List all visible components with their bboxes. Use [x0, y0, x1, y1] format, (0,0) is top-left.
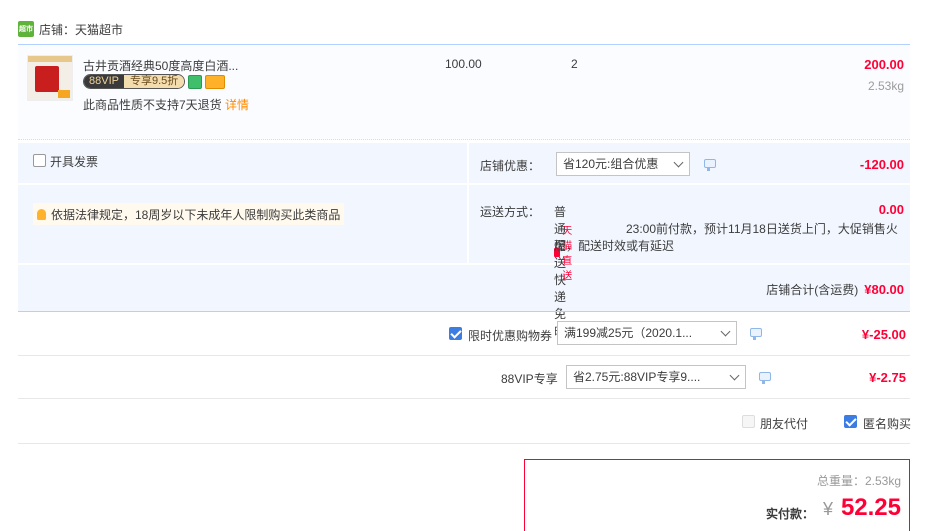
- coupon-label[interactable]: 限时优惠购物券: [468, 327, 552, 344]
- divider: [18, 355, 910, 356]
- store-total-value: ¥80.00: [864, 282, 904, 297]
- coupon-checkbox[interactable]: [449, 327, 462, 340]
- store-discount-amount: -120.00: [859, 157, 904, 172]
- bulb-icon: [37, 208, 46, 220]
- product-tags: 88VIP 专享9.5折: [83, 74, 226, 89]
- card-payment-icon: [205, 74, 226, 89]
- store-discount-select[interactable]: 省120元:组合优惠: [556, 152, 690, 176]
- coupon-value: 满199减25元（2020.1...: [564, 326, 693, 340]
- friend-pay-label[interactable]: 朋友代付: [760, 415, 808, 432]
- store-name[interactable]: 店铺：天猫超市: [39, 21, 123, 38]
- vip-label: 88VIP专享: [501, 372, 558, 386]
- vip-value: 省2.75元:88VIP专享9....: [573, 370, 701, 384]
- notice-text: 依据法律规定，18周岁以下未成年人限制购买此类商品: [51, 207, 341, 222]
- total-weight: 总重量：2.53kg: [816, 474, 901, 488]
- quantity: 2: [571, 57, 578, 71]
- tmall-supermarket-logo-icon: 超市: [18, 21, 34, 37]
- shipping-label: 运送方式：: [480, 205, 541, 219]
- unit-price: 100.00: [445, 57, 482, 71]
- vip-amount: ¥-2.75: [869, 370, 906, 385]
- divider: [18, 443, 910, 444]
- vip-discount-label: 专享9.5折: [123, 75, 185, 88]
- divider: [18, 398, 910, 399]
- coupon-select[interactable]: 满199减25元（2020.1...: [557, 321, 737, 345]
- item-weight: 2.53kg: [867, 79, 904, 93]
- guarantee-icon: [188, 74, 203, 89]
- pay-label: 实付款：: [765, 507, 814, 521]
- divider: [18, 311, 910, 312]
- store-header: 超市 店铺：天猫超市: [18, 18, 123, 40]
- return-policy-note: 此商品性质不支持7天退货 详情: [83, 96, 253, 114]
- product-title[interactable]: 古井贡酒经典50度高度白酒...: [83, 57, 238, 74]
- coupon-amount: ¥-25.00: [861, 327, 906, 342]
- age-restriction-notice: 依据法律规定，18周岁以下未成年人限制购买此类商品: [33, 203, 345, 225]
- chevron-down-icon: [729, 370, 740, 381]
- friend-pay-checkbox[interactable]: [742, 415, 755, 428]
- store-total-label: 店铺合计(含运费): [766, 283, 859, 297]
- invoice-label[interactable]: 开具发票: [50, 153, 98, 170]
- anonymous-label[interactable]: 匿名购买: [863, 415, 911, 432]
- payment-summary: 总重量：2.53kg 实付款： ¥ 52.25: [524, 459, 910, 531]
- pay-amount: 52.25: [840, 494, 901, 521]
- order-item: 古井贡酒经典50度高度白酒... 88VIP 专享9.5折 此商品性质不支持7天…: [18, 44, 910, 140]
- item-subtotal: 200.00: [864, 57, 904, 72]
- store-total: 店铺合计(含运费) ¥80.00: [766, 281, 904, 298]
- vip-select[interactable]: 省2.75元:88VIP专享9....: [566, 365, 746, 389]
- vip-discount-tag: 88VIP 专享9.5折: [83, 74, 186, 89]
- invoice-checkbox[interactable]: [33, 154, 46, 167]
- chat-icon[interactable]: [750, 328, 762, 340]
- store-discount-value: 省120元:组合优惠: [563, 157, 659, 171]
- chat-icon[interactable]: [704, 159, 716, 171]
- store-discount-label: 店铺优惠：: [480, 159, 541, 173]
- anonymous-checkbox[interactable]: [844, 415, 857, 428]
- shipping-amount: 0.00: [878, 202, 904, 217]
- return-note-text: 此商品性质不支持7天退货: [83, 98, 226, 112]
- shipping-note: 23:00前付款，预计11月18日送货上门，大促销售火爆，配送时效或有延迟: [554, 222, 898, 253]
- chevron-down-icon: [673, 157, 684, 168]
- chat-icon[interactable]: [759, 372, 771, 384]
- vip-tag-label: 88VIP: [84, 75, 124, 88]
- chevron-down-icon: [720, 326, 731, 337]
- pay-currency: ¥: [822, 499, 833, 519]
- product-thumbnail[interactable]: [27, 55, 73, 101]
- details-link[interactable]: 详情: [225, 98, 249, 112]
- store-service-panel: 开具发票 依据法律规定，18周岁以下未成年人限制购买此类商品 店铺优惠： 省12…: [18, 143, 910, 338]
